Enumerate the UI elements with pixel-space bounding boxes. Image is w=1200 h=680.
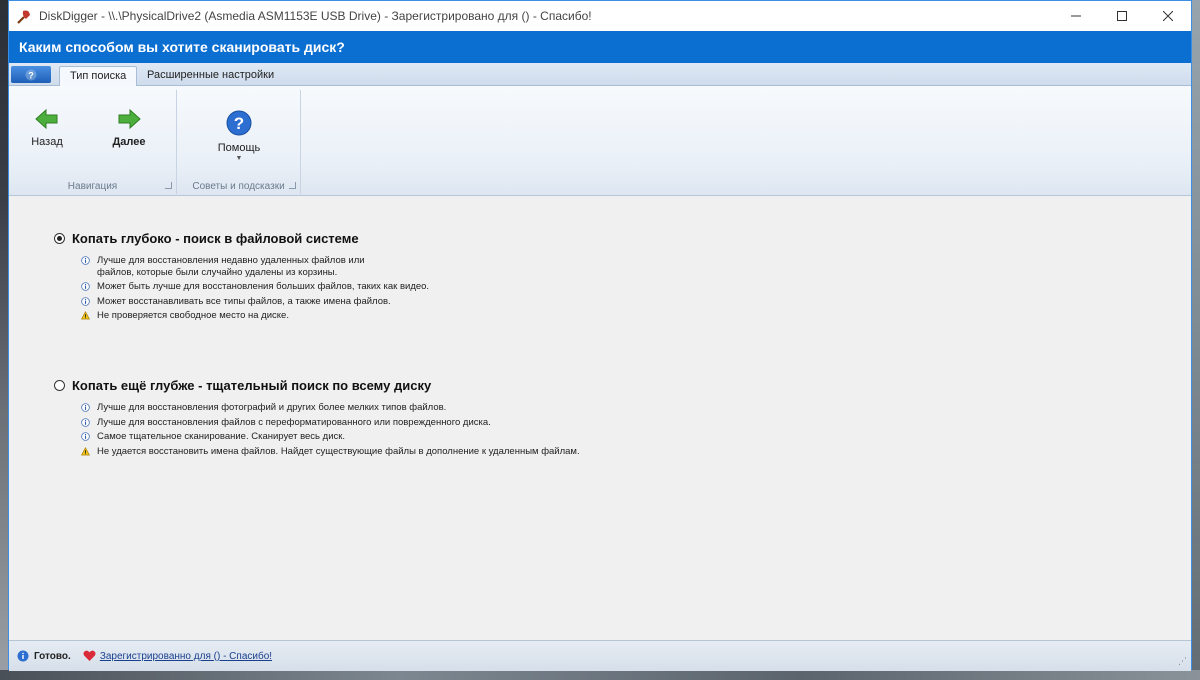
bullet-line: Самое тщательное сканирование. Сканирует…	[97, 431, 346, 442]
list-item: Может быть лучше для восстановления боль…	[81, 281, 429, 293]
registration-link[interactable]: Зарегистрированно для () - Спасибо!	[100, 651, 272, 662]
main-window: DiskDigger - \\.\PhysicalDrive2 (Asmedia…	[8, 0, 1192, 671]
status-bar: Готово. Зарегистрированно для () - Спаси…	[9, 640, 1191, 671]
list-item: Лучше для восстановления недавно удаленн…	[81, 255, 429, 278]
minimize-icon	[1071, 15, 1081, 17]
svg-text:?: ?	[28, 70, 34, 80]
bullet-line: Лучше для восстановления файлов с перефо…	[97, 416, 491, 428]
option-deeper-header[interactable]: Копать ещё глубже - тщательный поиск по …	[54, 378, 580, 393]
bullet-line: Может восстанавливать все типы файлов, а…	[97, 295, 391, 307]
desktop-background-right	[1192, 0, 1200, 680]
close-icon	[1163, 11, 1173, 21]
help-button[interactable]: ? Помощь ▼	[209, 110, 269, 162]
warning-icon	[81, 311, 90, 320]
option-deeper-title: Копать ещё глубже - тщательный поиск по …	[72, 378, 432, 393]
radio-deeper-scan[interactable]	[54, 380, 65, 391]
heart-icon	[83, 650, 96, 661]
ribbon-tab-row: ? Тип поиска Расширенные настройки	[9, 63, 1191, 86]
tab-advanced-settings[interactable]: Расширенные настройки	[137, 66, 284, 86]
option-deep-header[interactable]: Копать глубоко - поиск в файловой систем…	[54, 231, 429, 246]
group-label-tips: Советы и подсказки	[192, 181, 285, 192]
next-button-label: Далее	[112, 136, 146, 148]
list-item: Лучше для восстановления фотографий и др…	[81, 402, 580, 414]
tab-search-type[interactable]: Тип поиска	[59, 66, 138, 86]
group-launcher-tips[interactable]	[289, 182, 296, 189]
list-item: Может восстанавливать все типы файлов, а…	[81, 296, 429, 308]
shovel-icon	[17, 10, 30, 24]
info-icon	[81, 282, 90, 291]
option-deep-title: Копать глубоко - поиск в файловой систем…	[72, 231, 359, 246]
back-button[interactable]: Назад	[17, 108, 77, 148]
bullet-line: Лучше для восстановления недавно удаленн…	[97, 255, 365, 266]
close-button[interactable]	[1145, 1, 1191, 31]
bullet-line: Не удается восстановить имена файлов. На…	[97, 445, 580, 457]
minimize-button[interactable]	[1053, 1, 1099, 31]
option-deep-bullets: Лучше для восстановления недавно удаленн…	[81, 255, 429, 322]
arrow-right-icon	[118, 108, 141, 130]
arrow-left-icon	[35, 108, 58, 130]
help-button-label: Помощь	[217, 142, 261, 154]
ribbon-group-tips: ? Помощь ▼ Советы и подсказки	[177, 90, 301, 194]
window-title: DiskDigger - \\.\PhysicalDrive2 (Asmedia…	[39, 9, 592, 23]
info-icon	[17, 650, 29, 662]
wizard-header: Каким способом вы хотите сканировать дис…	[9, 31, 1191, 63]
status-text: Готово.	[34, 650, 71, 662]
ribbon-group-navigation: Назад Далее Навигация	[9, 90, 177, 194]
group-launcher-navigation[interactable]	[165, 182, 172, 189]
list-item: Лучше для восстановления файлов с перефо…	[81, 417, 580, 429]
list-item: Не проверяется свободное место на диске.	[81, 310, 429, 322]
title-bar[interactable]: DiskDigger - \\.\PhysicalDrive2 (Asmedia…	[9, 1, 1191, 31]
bullet-line: Не проверяется свободное место на диске.	[97, 310, 289, 321]
maximize-icon	[1117, 11, 1127, 21]
group-label-navigation: Навигация	[67, 181, 118, 192]
list-item: Не удается восстановить имена файлов. На…	[81, 446, 580, 458]
bullet-line: файлов, которые были случайно удалены из…	[97, 266, 338, 278]
desktop-background-bottom	[0, 670, 1200, 680]
list-item: Самое тщательное сканирование. Сканирует…	[81, 431, 580, 443]
bullet-line: Лучше для восстановления фотографий и др…	[97, 402, 447, 413]
ribbon: Назад Далее Навигация ? Помощь ▼ Советы …	[9, 86, 1191, 196]
resize-grip-icon[interactable]: ⋰	[1178, 656, 1187, 667]
info-icon	[81, 256, 90, 265]
scan-option-deeper: Копать ещё глубже - тщательный поиск по …	[54, 378, 580, 460]
scan-option-deep: Копать глубоко - поиск в файловой систем…	[54, 231, 429, 325]
option-deeper-bullets: Лучше для восстановления фотографий и др…	[81, 402, 580, 457]
radio-deep-scan[interactable]	[54, 233, 65, 244]
bullet-line: Может быть лучше для восстановления боль…	[97, 281, 430, 292]
application-menu-button[interactable]: ?	[11, 66, 51, 83]
svg-text:?: ?	[234, 114, 244, 133]
next-button[interactable]: Далее	[99, 108, 159, 148]
info-icon	[81, 296, 90, 306]
dropdown-caret-icon: ▼	[235, 155, 243, 162]
help-icon: ?	[25, 69, 37, 80]
info-icon	[81, 417, 90, 427]
desktop-background-left	[0, 0, 8, 680]
back-button-label: Назад	[31, 136, 63, 148]
help-icon: ?	[226, 110, 252, 136]
info-icon	[81, 432, 90, 441]
maximize-button[interactable]	[1099, 1, 1145, 31]
info-icon	[81, 403, 90, 412]
warning-icon	[81, 446, 90, 455]
